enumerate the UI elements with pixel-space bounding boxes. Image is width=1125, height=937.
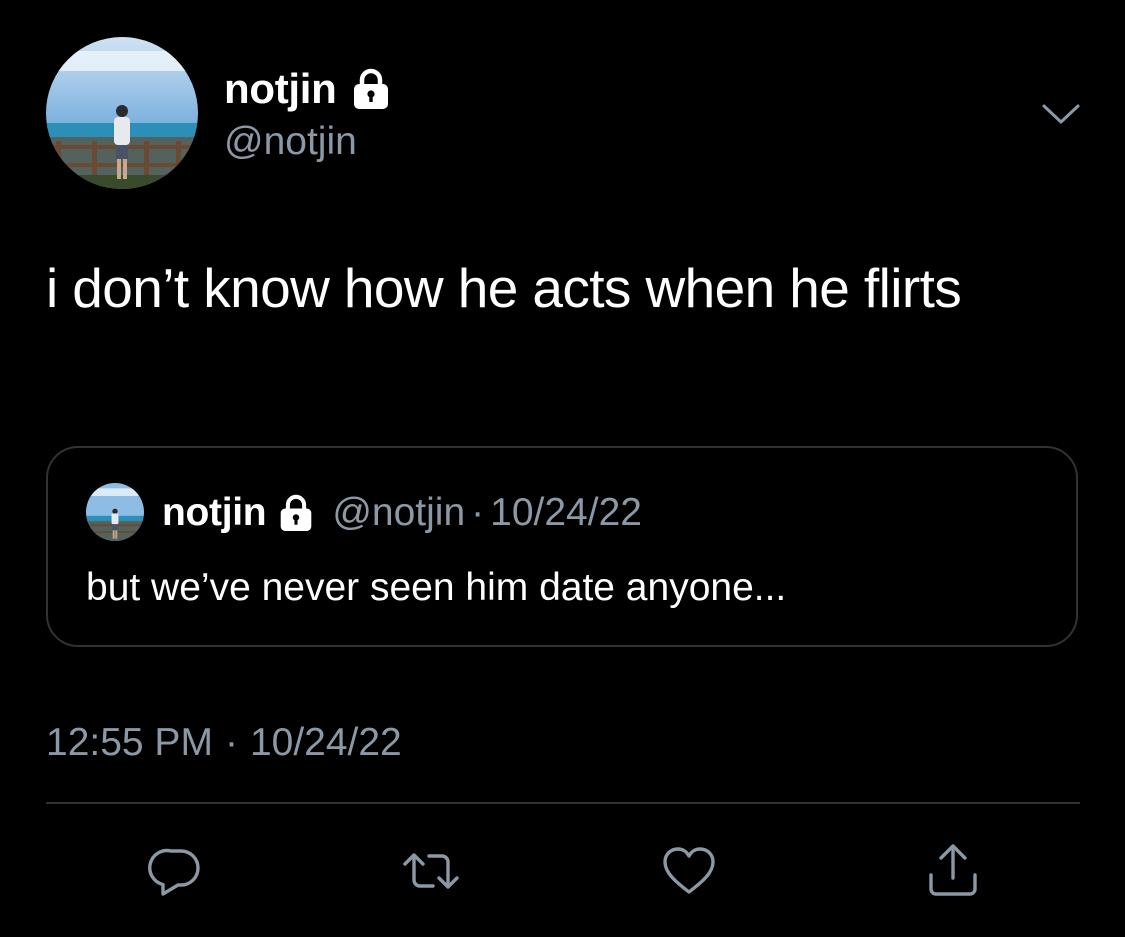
avatar[interactable] <box>46 37 198 189</box>
tweet-timestamp[interactable]: 12:55 PM · 10/24/22 <box>46 716 402 770</box>
quoted-date: 10/24/22 <box>490 491 642 534</box>
quoted-separator: · <box>471 491 485 534</box>
tweet-time: 12:55 PM <box>46 721 213 764</box>
quoted-tweet-header: notjin @notjin · 10/24/22 <box>162 486 642 540</box>
timestamp-separator: · <box>224 721 238 764</box>
retweet-icon <box>403 853 459 889</box>
tweet-date: 10/24/22 <box>249 721 402 764</box>
quoted-tweet-card[interactable]: notjin @notjin · 10/24/22 but we’ve neve… <box>46 446 1078 647</box>
heart-icon <box>663 847 715 894</box>
quoted-handle: @notjin <box>332 491 466 534</box>
retweet-button[interactable] <box>400 840 462 902</box>
reply-icon <box>148 848 200 896</box>
share-icon <box>929 844 977 896</box>
chevron-down-icon[interactable] <box>1040 98 1082 128</box>
author-display-name[interactable]: notjin <box>224 62 337 116</box>
quoted-avatar <box>86 483 144 541</box>
author-handle[interactable]: @notjin <box>224 118 357 166</box>
author-name-row[interactable]: notjin <box>224 62 391 116</box>
lock-icon <box>281 494 312 531</box>
lock-icon <box>353 68 388 109</box>
tweet-text: i don’t know how he acts when he flirts <box>46 257 962 319</box>
tweet: notjin @notjin i don’t know how he acts … <box>0 0 1125 937</box>
like-button[interactable] <box>658 840 720 902</box>
quoted-display-name: notjin <box>162 491 267 534</box>
reply-button[interactable] <box>145 840 207 902</box>
quoted-tweet-text: but we’ve never seen him date anyone... <box>86 566 787 609</box>
share-button[interactable] <box>922 840 984 902</box>
divider <box>46 802 1080 804</box>
